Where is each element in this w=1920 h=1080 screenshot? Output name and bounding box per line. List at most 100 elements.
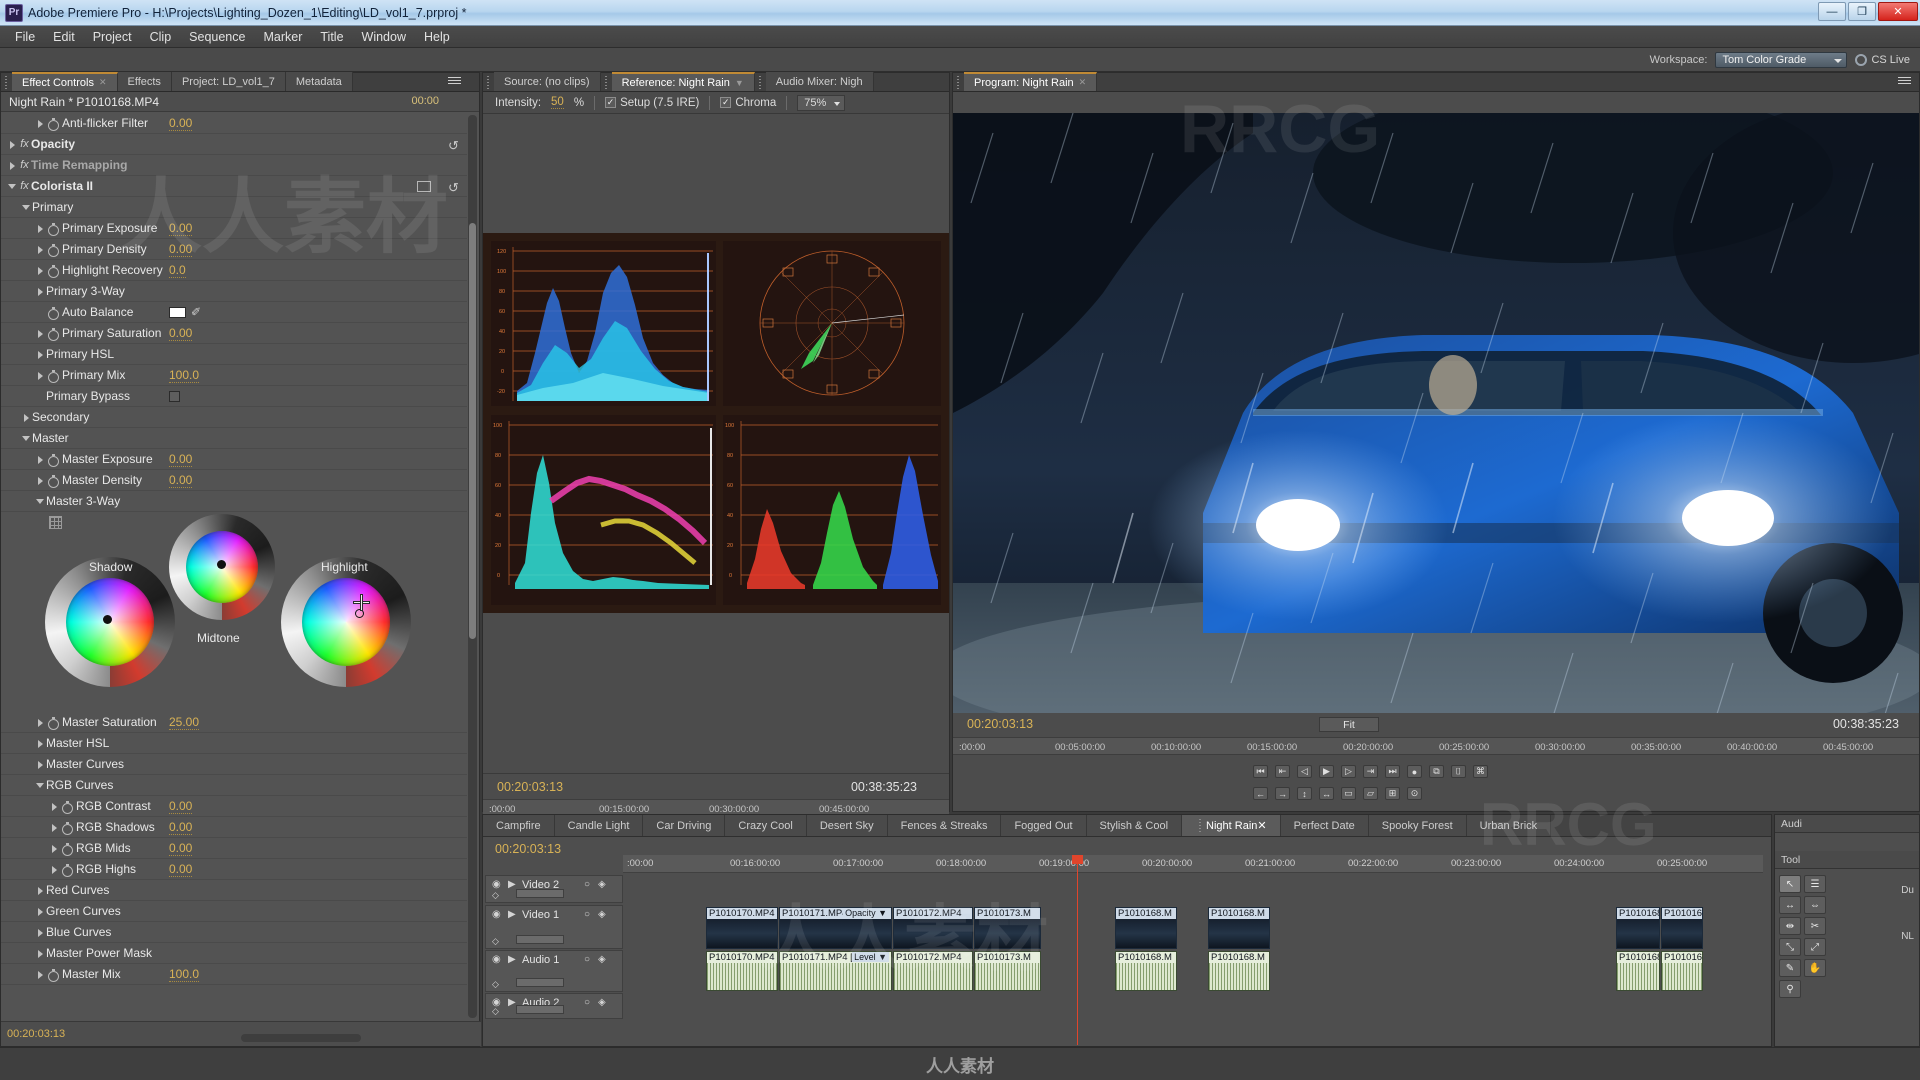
stopwatch-icon[interactable] (46, 716, 59, 730)
disclosure-triangle-icon[interactable] (21, 433, 32, 444)
menu-clip[interactable]: Clip (141, 28, 181, 46)
video-clip[interactable]: P1010173.M (974, 907, 1041, 949)
cs-live-button[interactable]: CS Live (1855, 53, 1910, 66)
effect-row-master-mix[interactable]: Master Mix 100.0 (1, 964, 467, 985)
effect-row-master[interactable]: Master (1, 428, 467, 449)
disclosure-triangle-icon[interactable] (35, 759, 46, 770)
minimize-button[interactable]: — (1818, 2, 1846, 21)
effect-row-red-curves[interactable]: Red Curves (1, 880, 467, 901)
stopwatch-icon[interactable] (46, 264, 59, 278)
keyframe-nav-icon[interactable]: ◇ (492, 890, 499, 901)
panel-grip-icon[interactable] (4, 75, 10, 89)
setup-checkbox[interactable]: ✓ Setup (7.5 IRE) (605, 97, 699, 109)
disclosure-triangle-icon[interactable] (35, 496, 46, 507)
slip-button[interactable]: ↔ (1319, 787, 1334, 800)
effect-row-opacity[interactable]: fx Opacity (1, 134, 467, 155)
mask-icon[interactable] (417, 180, 431, 192)
effect-row-value[interactable]: 0.00 (169, 473, 193, 488)
safe-margins-button[interactable]: ⧉ (1429, 765, 1444, 778)
timeline-playhead[interactable] (1077, 855, 1078, 1045)
fx-icon[interactable]: fx (18, 138, 31, 150)
fx-icon[interactable]: fx (18, 159, 31, 171)
tab-tools[interactable]: Tool (1775, 851, 1919, 869)
sequence-tab-fogged-out[interactable]: Fogged Out (1001, 815, 1087, 836)
stopwatch-icon[interactable] (60, 863, 73, 877)
track-header-audio-1[interactable]: ◉ ▶ Audio 1 ○ ◈ ◇ (485, 950, 623, 992)
disclosure-triangle-icon[interactable] (35, 370, 46, 381)
effect-row-value[interactable]: 100.0 (169, 368, 200, 383)
effect-row-primary-saturation[interactable]: Primary Saturation 0.00 (1, 323, 467, 344)
effect-row-master-exposure[interactable]: Master Exposure 0.00 (1, 449, 467, 470)
color-wheel-midtone[interactable] (169, 514, 275, 620)
lock-icon[interactable]: ○ (584, 879, 590, 890)
track-style-selector[interactable] (516, 978, 564, 987)
stopwatch-icon[interactable] (46, 369, 59, 383)
color-wheel-highlight[interactable] (281, 557, 411, 687)
video-clip[interactable]: P1010170.MP4 (706, 907, 778, 949)
highlight-wheel-crosshair[interactable] (353, 594, 370, 611)
sync-icon[interactable]: ◈ (598, 909, 606, 920)
eye-icon[interactable]: ◉ (492, 909, 501, 920)
close-icon[interactable]: ✕ (1257, 819, 1266, 832)
stopwatch-icon[interactable] (46, 474, 59, 488)
close-icon[interactable]: ✕ (99, 77, 107, 88)
disclosure-triangle-icon[interactable] (35, 349, 46, 360)
reset-icon[interactable] (448, 138, 461, 151)
keyframe-nav-icon[interactable]: ◇ (492, 1006, 499, 1017)
audio-clip[interactable]: P1010168.M (1616, 951, 1660, 991)
effect-row-colorista-ii[interactable]: fx Colorista II (1, 176, 467, 197)
effect-row-primary-bypass[interactable]: Primary Bypass (1, 386, 467, 407)
track-header-video-2[interactable]: ◉ ▶ Video 2 ○ ◈ ◇ (485, 875, 623, 903)
effect-row-master-power-mask[interactable]: Master Power Mask (1, 943, 467, 964)
chroma-checkbox[interactable]: ✓ Chroma (720, 97, 776, 109)
panel-menu-icon[interactable] (1898, 77, 1911, 87)
shuttle-right-button[interactable]: ▷ (1341, 765, 1356, 778)
wheel-disc[interactable] (302, 578, 390, 666)
effect-row-rgb-shadows[interactable]: RGB Shadows 0.00 (1, 817, 467, 838)
scope-zoom-select[interactable]: 75% (797, 94, 846, 111)
chevron-down-icon[interactable]: ▼ (735, 78, 744, 88)
wheel-cursor[interactable] (103, 615, 112, 624)
clip-effect-selector[interactable]: Level ▼ (852, 952, 889, 962)
close-button[interactable]: ✕ (1878, 2, 1918, 21)
panel-menu-icon[interactable] (448, 77, 461, 87)
sequence-tab-campfire[interactable]: Campfire (483, 815, 555, 836)
effect-row-primary-density[interactable]: Primary Density 0.00 (1, 239, 467, 260)
video-clip[interactable]: P1010168.M (1616, 907, 1660, 949)
disclosure-triangle-icon[interactable] (7, 181, 18, 192)
audio-clip[interactable]: P1010173.M (974, 951, 1041, 991)
lock-icon[interactable]: ○ (584, 954, 590, 965)
effect-row-rgb-contrast[interactable]: RGB Contrast 0.00 (1, 796, 467, 817)
stopwatch-icon[interactable] (60, 842, 73, 856)
go-to-out-button[interactable]: ⏭ (1385, 765, 1400, 778)
tool-track-select[interactable]: ☰ (1804, 875, 1826, 893)
lock-icon[interactable]: ○ (584, 997, 590, 1008)
stopwatch-icon[interactable] (46, 306, 59, 320)
close-icon[interactable]: ✕ (1079, 77, 1087, 88)
menu-help[interactable]: Help (415, 28, 459, 46)
tool-hand[interactable]: ✋ (1804, 959, 1826, 977)
timeline-ruler[interactable]: :00:00 00:16:00:00 00:17:00:00 00:18:00:00 0… (623, 855, 1763, 873)
video-clip[interactable]: P1010171.MP4 [V] Opacity ▼ (779, 907, 892, 949)
panel-grip-icon[interactable] (603, 75, 610, 89)
video-clip[interactable]: P101016 (1661, 907, 1703, 949)
eyedropper-icon[interactable]: ✐ (191, 305, 201, 319)
disclosure-triangle-icon[interactable] (7, 139, 18, 150)
disclosure-triangle-icon[interactable] (35, 969, 46, 980)
go-to-in-button[interactable]: ⏮ (1253, 765, 1268, 778)
disclosure-triangle-icon[interactable] (21, 202, 32, 213)
effect-row-primary[interactable]: Primary (1, 197, 467, 218)
effect-row-primary-hsl[interactable]: Primary HSL (1, 344, 467, 365)
tool-slide[interactable]: ⤢ (1804, 938, 1826, 956)
track-style-selector[interactable] (516, 935, 564, 944)
disclosure-triangle-icon[interactable] (35, 118, 46, 129)
panel-grip-icon[interactable] (486, 75, 492, 89)
sync-icon[interactable]: ◈ (598, 954, 606, 965)
effect-row-auto-balance[interactable]: Auto Balance ✐ (1, 302, 467, 323)
disclosure-triangle-icon[interactable] (35, 244, 46, 255)
effect-row-master-curves[interactable]: Master Curves (1, 754, 467, 775)
tab-effects[interactable]: Effects (117, 72, 172, 91)
sequence-tab-spooky-forest[interactable]: Spooky Forest (1368, 815, 1467, 836)
effect-controls-list[interactable]: Anti-flicker Filter0.00fxOpacityfxTime R… (1, 113, 467, 1020)
step-forward-button[interactable]: ⇥ (1363, 765, 1378, 778)
